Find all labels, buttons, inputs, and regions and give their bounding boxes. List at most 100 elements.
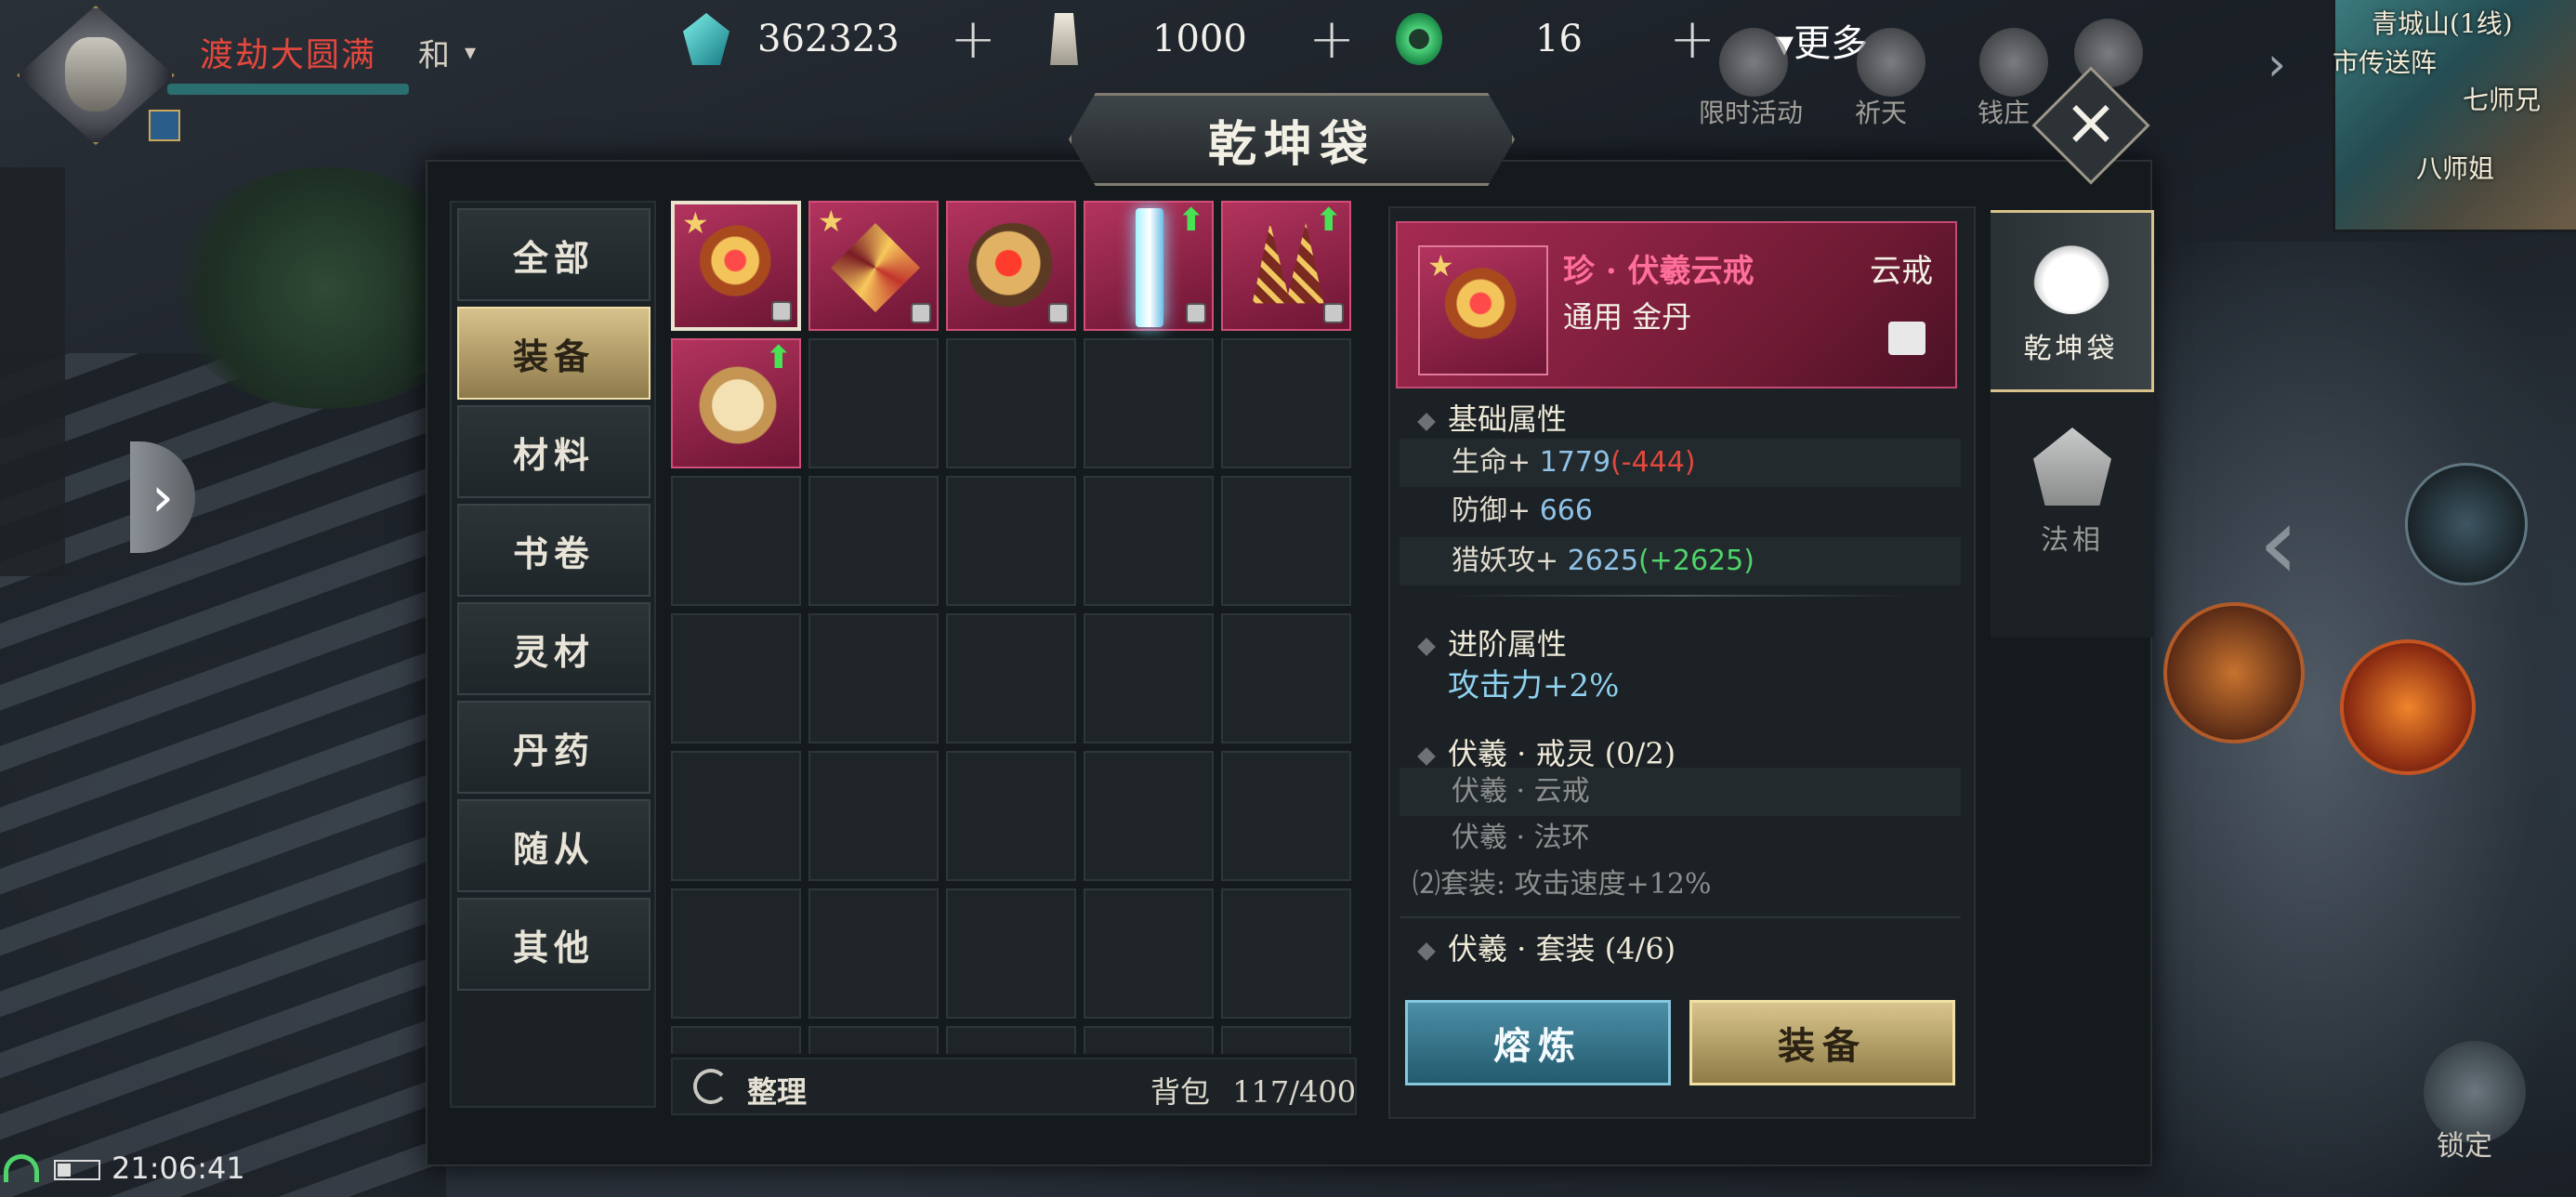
pray-icon[interactable] [1857,28,1925,97]
item-slot-cloud-ring[interactable]: ★ [671,201,801,331]
bag-label: 背包 [1150,1074,1211,1110]
skill-button-1[interactable] [2163,602,2305,743]
item-slot-claw[interactable]: ⬆ [1221,201,1351,331]
gem-ring-icon [968,223,1058,312]
category-materials[interactable]: 材料 [457,405,651,498]
empty-slot[interactable] [671,476,801,606]
empty-slot[interactable] [946,613,1076,743]
add-token-button[interactable]: + [1308,11,1355,67]
empty-slot[interactable] [671,613,801,743]
empty-slot[interactable] [1221,1026,1351,1054]
empty-slot[interactable] [1084,338,1214,468]
set-item-row: 伏羲 · 法环 [1400,814,1961,862]
buff-badge-icon[interactable] [149,110,180,141]
item-slot-bracelet[interactable]: ★ [808,201,939,331]
player-portrait-icon [65,37,126,112]
star-icon: ★ [818,204,845,239]
stat-row: 猎妖攻+ 2625(+2625) [1400,537,1961,585]
collapse-chevron-icon[interactable]: ‹ [2258,483,2299,602]
empty-slot[interactable] [946,1026,1076,1054]
item-slot-gem-ring[interactable] [946,201,1076,331]
empty-slot[interactable] [1221,613,1351,743]
empty-slot[interactable] [1084,1026,1214,1054]
empty-slot[interactable] [1084,476,1214,606]
upgrade-arrow-icon: ⬆ [765,339,793,376]
sort-button[interactable]: 整理 [747,1069,807,1112]
stat-value: 666 [1539,494,1593,527]
set-item-name: 伏羲 · 法环 [1452,822,1590,854]
equip-button[interactable]: 装备 [1689,1000,1955,1085]
shop-icon[interactable] [1979,28,2048,97]
add-spirit-gem-button[interactable]: + [950,11,996,67]
item-slot-sword[interactable]: ⬆ [1084,201,1214,331]
set-bonus-effect: ⑵套装: 攻击速度+12% [1413,868,1712,901]
empty-slot[interactable] [808,476,939,606]
tab-inventory[interactable]: 乾坤袋 [1991,210,2154,392]
star-icon: ★ [682,205,709,241]
minimap-npc-senior-brother: 七师兄 [2463,85,2542,115]
empty-slot[interactable] [1221,888,1351,1019]
stat-name: 生命+ [1452,446,1531,479]
empty-slot[interactable] [946,888,1076,1019]
more-menu-button[interactable]: ▾更多 [1775,13,1868,67]
currency-spirit-gem: 362323 [683,9,900,69]
upgrade-arrow-icon: ⬆ [1315,202,1343,239]
empty-slot[interactable] [808,338,939,468]
empty-slot[interactable] [808,888,939,1019]
refresh-icon[interactable] [693,1069,729,1104]
smelt-button[interactable]: 熔炼 [1405,1000,1671,1085]
diamond-bullet-icon [1417,941,1436,961]
taiji-skill-icon[interactable] [2405,463,2528,585]
left-side-menu[interactable] [0,167,65,576]
empty-slot[interactable] [1084,751,1214,881]
empty-slot[interactable] [1221,476,1351,606]
bag-icon [2031,236,2110,314]
basic-stats-title: 基础属性 [1448,401,1568,437]
lock-icon [1186,303,1206,323]
empty-slot[interactable] [1221,338,1351,468]
empty-slot[interactable] [946,476,1076,606]
empty-slot[interactable] [808,751,939,881]
category-scrolls[interactable]: 书卷 [457,504,651,597]
empty-slot[interactable] [808,613,939,743]
tab-label: 乾坤袋 [2023,333,2119,365]
tab-dharma-form[interactable]: 法相 [1991,401,2154,584]
panel-title-plate: 乾坤袋 [1069,93,1515,186]
currency-value: 16 [1535,18,1583,60]
empty-slot[interactable] [671,751,801,881]
currency-value: 1000 [1152,18,1247,60]
player-stance[interactable]: 和 [418,30,450,75]
wifi-icon [4,1154,39,1182]
item-slot-talisman[interactable]: ⬆ [671,338,801,468]
empty-slot[interactable] [1084,613,1214,743]
empty-slot[interactable] [671,1026,801,1054]
empty-slot[interactable] [1084,888,1214,1019]
category-spirit-materials[interactable]: 灵材 [457,602,651,695]
empty-slot[interactable] [946,751,1076,881]
background-rooftop [0,353,446,1197]
category-followers[interactable]: 随从 [457,799,651,892]
close-icon[interactable]: × [2049,80,2133,164]
lock-icon [911,303,931,323]
empty-slot[interactable] [808,1026,939,1054]
category-all[interactable]: 全部 [457,208,651,301]
bag-count: 117/400 [1232,1074,1357,1110]
empty-slot[interactable] [671,888,801,1019]
empty-slot[interactable] [1221,751,1351,881]
stat-value: 1779 [1539,446,1611,479]
category-equipment[interactable]: 装备 [457,307,651,400]
category-pills[interactable]: 丹药 [457,701,651,794]
empty-slot[interactable] [946,338,1076,468]
minimap-npc-teleporter: 市传送阵 [2333,47,2438,78]
lock-target-label: 锁定 [2437,1130,2492,1163]
event-label: 限时活动 [1699,98,1804,128]
skill-button-2[interactable] [2340,639,2476,775]
lock-toggle-icon[interactable] [1888,322,1925,355]
event-icon[interactable] [1719,28,1788,97]
stance-dropdown-icon[interactable]: ▾ [465,39,476,65]
add-jade-button[interactable]: + [1669,11,1715,67]
basic-stats-heading: 基础属性 [1417,396,1568,439]
category-other[interactable]: 其他 [457,898,651,991]
jade-icon [1396,13,1442,65]
expand-arrow-icon[interactable]: › [2267,37,2286,91]
